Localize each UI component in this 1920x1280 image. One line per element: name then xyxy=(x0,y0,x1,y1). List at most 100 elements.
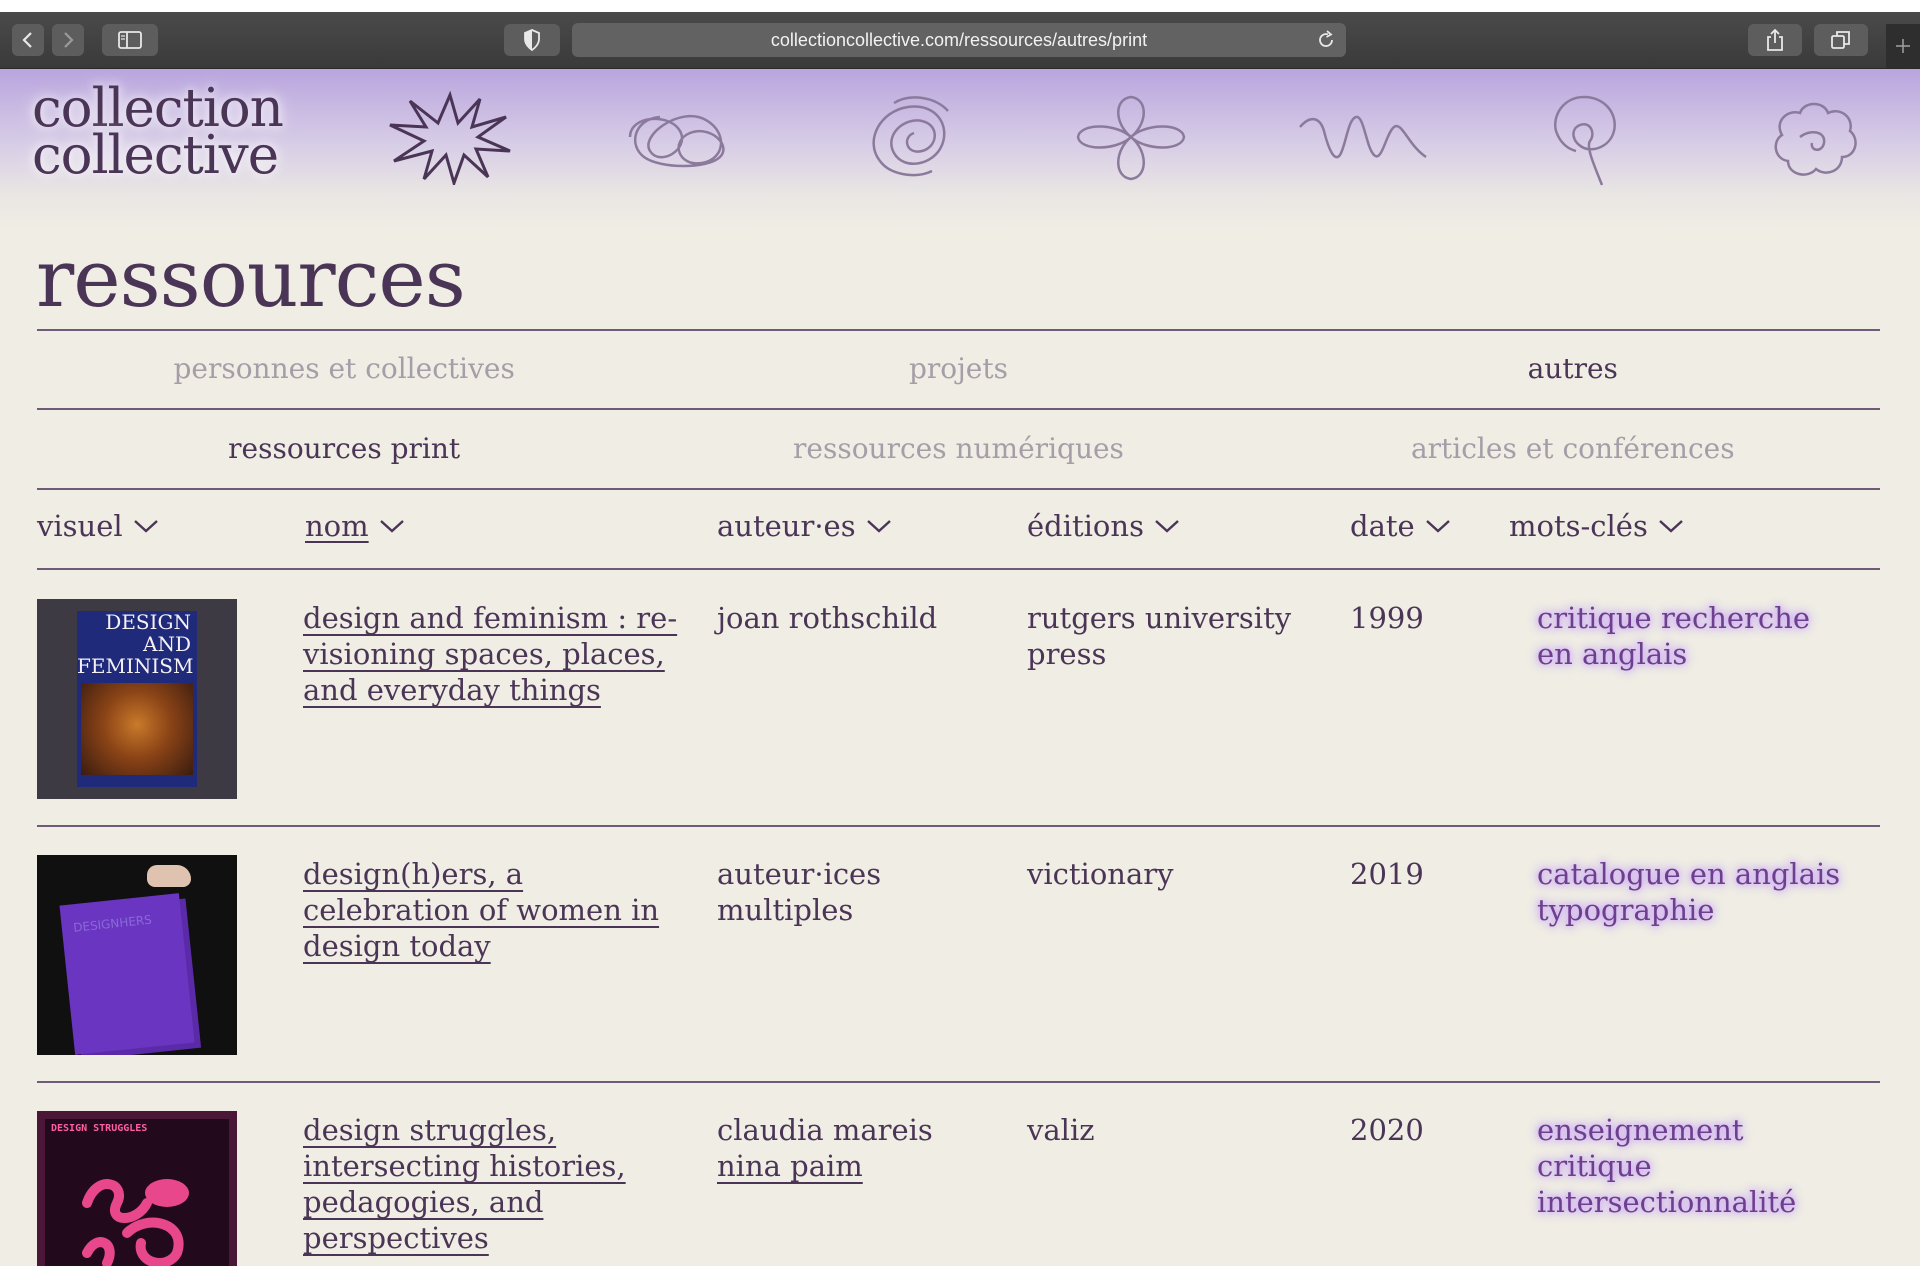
privacy-shield-icon xyxy=(524,29,540,51)
divider xyxy=(37,488,1880,490)
cover-line: FEMINISM xyxy=(77,654,194,678)
chevron-down-icon xyxy=(1425,520,1450,533)
tag-item[interactable]: en anglais xyxy=(1690,857,1840,891)
column-label: auteur·es xyxy=(717,509,856,543)
book-cover[interactable]: DESIGNHERS xyxy=(37,855,237,1055)
back-icon xyxy=(22,32,32,48)
tab-ressources-print[interactable]: ressources print xyxy=(37,432,651,465)
site-logo[interactable]: collection collective xyxy=(32,82,284,186)
resource-authors: joan rothschild xyxy=(717,601,938,635)
column-header-auteures[interactable]: auteur·es xyxy=(717,509,892,543)
starburst-icon xyxy=(389,91,511,185)
cover-illustration xyxy=(82,1179,189,1266)
flower-icon xyxy=(1076,95,1186,181)
share-icon xyxy=(1767,29,1783,51)
chevron-down-icon xyxy=(866,520,891,533)
chevron-down-icon xyxy=(133,520,158,533)
column-label: date xyxy=(1350,509,1415,543)
column-header-nom[interactable]: nom xyxy=(305,509,405,543)
page-title: ressources xyxy=(36,232,466,325)
book-cover[interactable]: DESIGN STRUGGLES xyxy=(37,1111,237,1266)
browser-toolbar: collectioncollective.com/ressources/autr… xyxy=(0,12,1920,69)
resource-title-link[interactable]: design struggles, intersecting histories… xyxy=(303,1113,626,1255)
resource-title: design struggles, intersecting histories… xyxy=(303,1112,693,1256)
tabs-button[interactable] xyxy=(1814,24,1868,56)
resource-edition: valiz xyxy=(1027,1113,1095,1147)
cover-line: AND xyxy=(143,632,191,656)
forward-button[interactable] xyxy=(52,24,84,56)
divider xyxy=(37,329,1880,331)
column-label: éditions xyxy=(1027,509,1144,543)
new-tab-button[interactable] xyxy=(1886,24,1920,68)
resource-tags: enseignement critique intersectionnalité xyxy=(1537,1112,1837,1220)
tag-item[interactable]: typographie xyxy=(1537,893,1714,927)
tag-item[interactable]: recherche xyxy=(1661,601,1810,635)
cover-designhers: DESIGNHERS xyxy=(37,855,237,1055)
bottom-strip xyxy=(0,1266,1920,1280)
resource-authors: auteur·ices multiples xyxy=(717,857,882,927)
resource-title: design and feminism : re-visioning space… xyxy=(303,600,693,708)
author-link[interactable]: nina paim xyxy=(717,1149,863,1183)
url-text: collectioncollective.com/ressources/autr… xyxy=(770,29,1148,50)
secondary-nav: ressources print ressources numériques a… xyxy=(37,432,1880,465)
resource-edition: rutgers university press xyxy=(1027,601,1292,671)
share-button[interactable] xyxy=(1748,24,1802,56)
tag-item[interactable]: critique xyxy=(1537,1149,1652,1183)
column-label: mots-clés xyxy=(1509,509,1648,543)
row-divider xyxy=(37,1081,1880,1083)
loop-scribble-icon xyxy=(628,114,725,168)
back-button[interactable] xyxy=(12,24,44,56)
column-header-editions[interactable]: éditions xyxy=(1027,509,1180,543)
column-label: nom xyxy=(305,509,369,543)
tag-item[interactable]: enseignement xyxy=(1537,1113,1744,1147)
tab-autres[interactable]: autres xyxy=(1266,352,1880,385)
forward-icon xyxy=(64,32,74,48)
tag-item[interactable]: catalogue xyxy=(1537,857,1681,891)
cover-title: DESIGN STRUGGLES xyxy=(51,1123,148,1134)
column-label: visuel xyxy=(37,509,123,543)
cover-line: DESIGN xyxy=(105,610,191,634)
tag-item[interactable]: critique xyxy=(1537,601,1652,635)
resource-tags: critique recherche en anglais xyxy=(1537,600,1837,672)
top-strip xyxy=(0,0,1920,12)
cover-design-and-feminism: DESIGN AND FEMINISM xyxy=(37,599,237,799)
logo-line-2: collective xyxy=(32,125,279,186)
lollipop-scribble-icon xyxy=(1553,95,1616,186)
tag-item[interactable]: intersectionnalité xyxy=(1537,1185,1796,1219)
column-header-mots-cles[interactable]: mots-clés xyxy=(1509,509,1684,543)
tab-articles-et-conferences[interactable]: articles et conférences xyxy=(1266,432,1880,465)
address-bar[interactable]: collectioncollective.com/ressources/autr… xyxy=(572,23,1346,57)
resource-tags: catalogue en anglais typographie xyxy=(1537,856,1877,928)
resource-authors: claudia mareis nina paim xyxy=(717,1112,1007,1184)
tabs-icon xyxy=(1831,31,1850,49)
new-tab-icon xyxy=(1896,39,1910,53)
resource-title-link[interactable]: design and feminism : re-visioning space… xyxy=(303,601,677,707)
column-header-date[interactable]: date xyxy=(1350,509,1451,543)
resource-date: 2020 xyxy=(1350,1113,1424,1147)
zigzag-icon xyxy=(1299,115,1427,159)
chevron-down-icon xyxy=(379,520,404,533)
resource-title: design(h)ers, a celebration of women in … xyxy=(303,856,693,964)
privacy-button[interactable] xyxy=(504,24,560,56)
cover-image xyxy=(81,683,193,775)
sidebar-button[interactable] xyxy=(102,24,158,56)
resource-date: 2019 xyxy=(1350,857,1424,891)
tab-ressources-numeriques[interactable]: ressources numériques xyxy=(651,432,1265,465)
sidebar-icon xyxy=(118,31,142,49)
tab-projets[interactable]: projets xyxy=(651,352,1265,385)
chevron-down-icon xyxy=(1659,520,1683,533)
resource-edition: victionary xyxy=(1027,857,1174,891)
column-header-visuel[interactable]: visuel xyxy=(37,509,159,543)
spiral-icon xyxy=(872,96,949,177)
divider xyxy=(37,568,1880,570)
book-cover[interactable]: DESIGN AND FEMINISM xyxy=(37,599,237,799)
row-divider xyxy=(37,825,1880,827)
tag-item[interactable]: en anglais xyxy=(1537,637,1687,671)
primary-nav: personnes et collectives projets autres xyxy=(37,352,1880,385)
web-page: collection collective ressources personn… xyxy=(0,69,1920,1266)
tab-personnes-et-collectives[interactable]: personnes et collectives xyxy=(37,352,651,385)
chevron-down-icon xyxy=(1155,520,1179,533)
divider xyxy=(37,408,1880,410)
resource-title-link[interactable]: design(h)ers, a celebration of women in … xyxy=(303,857,659,963)
reload-icon[interactable] xyxy=(1316,30,1336,50)
